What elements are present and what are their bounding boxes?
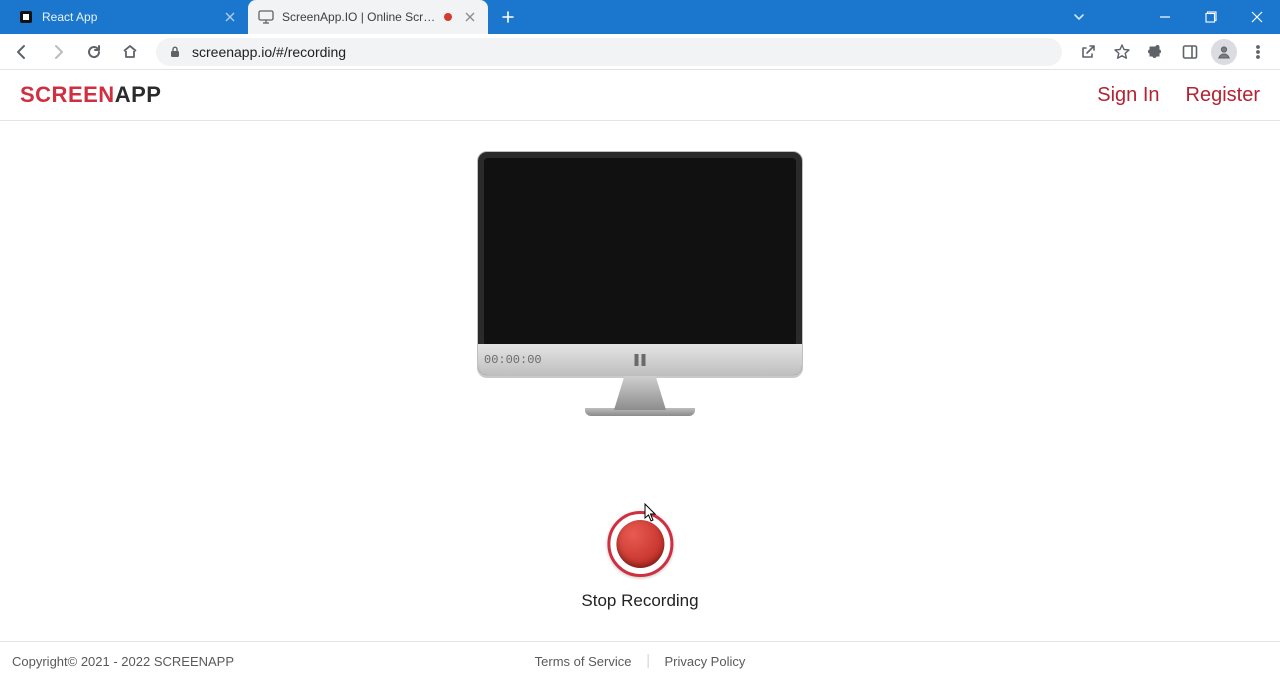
toolbar-right	[1072, 36, 1274, 68]
header-nav: Sign In Register	[1097, 84, 1260, 107]
preview-screen	[484, 158, 796, 346]
stop-recording: Stop Recording	[581, 511, 698, 611]
page-content: 00:00:00 Stop Recording	[0, 121, 1280, 641]
footer-separator	[647, 654, 648, 668]
react-favicon	[18, 9, 34, 25]
maximize-button[interactable]	[1188, 0, 1234, 34]
preview-controls: 00:00:00	[478, 344, 802, 375]
app-footer: Copyright© 2021 - 2022 SCREENAPP Terms o…	[0, 641, 1280, 680]
signin-link[interactable]: Sign In	[1097, 84, 1159, 107]
extensions-button[interactable]	[1140, 36, 1172, 68]
tab-label: React App	[42, 10, 218, 24]
home-button[interactable]	[114, 36, 146, 68]
browser-titlebar: React App ScreenApp.IO | Online Screen	[0, 0, 1280, 34]
search-tabs-button[interactable]	[1062, 0, 1096, 34]
side-panel-button[interactable]	[1174, 36, 1206, 68]
avatar-icon	[1211, 39, 1237, 65]
kebab-menu-button[interactable]	[1242, 36, 1274, 68]
back-button[interactable]	[6, 36, 38, 68]
stop-recording-button[interactable]	[607, 511, 673, 577]
privacy-link[interactable]: Privacy Policy	[664, 654, 745, 669]
close-icon[interactable]	[462, 9, 478, 25]
recording-indicator-icon	[444, 13, 452, 21]
logo-part-b: APP	[115, 82, 162, 107]
new-tab-button[interactable]	[494, 3, 522, 31]
tab-screenapp[interactable]: ScreenApp.IO | Online Screen	[248, 0, 488, 34]
logo-part-a: SCREEN	[20, 82, 115, 107]
tos-link[interactable]: Terms of Service	[535, 654, 632, 669]
tab-label: ScreenApp.IO | Online Screen	[282, 10, 438, 24]
stop-recording-label: Stop Recording	[581, 591, 698, 611]
brand-logo[interactable]: SCREENAPP	[20, 82, 161, 108]
share-button[interactable]	[1072, 36, 1104, 68]
app-header: SCREENAPP Sign In Register	[0, 70, 1280, 121]
preview-monitor: 00:00:00	[477, 151, 803, 416]
reload-button[interactable]	[78, 36, 110, 68]
minimize-button[interactable]	[1142, 0, 1188, 34]
monitor-frame: 00:00:00	[477, 151, 803, 376]
register-link[interactable]: Register	[1186, 84, 1260, 107]
lock-icon	[168, 45, 182, 59]
record-icon	[616, 520, 664, 568]
address-bar[interactable]: screenapp.io/#/recording	[156, 38, 1062, 66]
timecode: 00:00:00	[484, 353, 542, 367]
browser-tabs: React App ScreenApp.IO | Online Screen	[0, 0, 528, 34]
monitor-favicon-icon	[258, 9, 274, 25]
profile-button[interactable]	[1208, 36, 1240, 68]
forward-button[interactable]	[42, 36, 74, 68]
url-text: screenapp.io/#/recording	[192, 44, 346, 60]
browser-toolbar: screenapp.io/#/recording	[0, 34, 1280, 70]
close-window-button[interactable]	[1234, 0, 1280, 34]
footer-links: Terms of Service Privacy Policy	[535, 654, 746, 669]
copyright-text: Copyright© 2021 - 2022 SCREENAPP	[12, 654, 234, 669]
monitor-stand	[614, 376, 666, 410]
pause-icon[interactable]	[635, 354, 646, 366]
bookmark-button[interactable]	[1106, 36, 1138, 68]
tab-react-app[interactable]: React App	[8, 0, 248, 34]
window-controls	[1142, 0, 1280, 34]
close-icon[interactable]	[222, 9, 238, 25]
